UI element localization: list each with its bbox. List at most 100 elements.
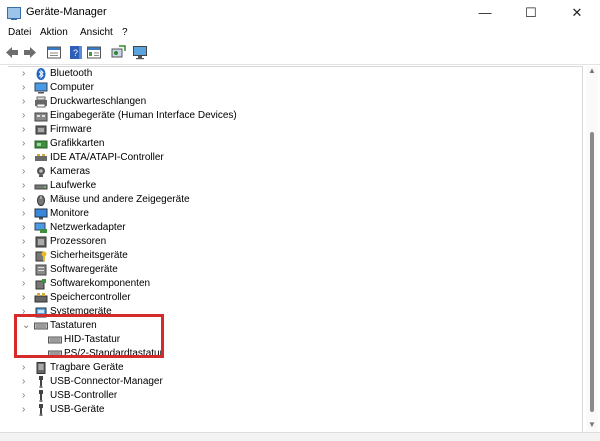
device-manager-icon (7, 7, 21, 20)
toolbar: ? (0, 42, 600, 65)
scan-hardware-icon[interactable] (110, 45, 126, 60)
chevron-right-icon[interactable]: › (22, 361, 32, 375)
tree-item-softwarekomponenten[interactable]: › Softwarekomponenten (8, 277, 568, 291)
portable-device-icon (36, 362, 46, 374)
maximize-button[interactable]: ☐ (508, 0, 554, 26)
tree-item-speichercontroller[interactable]: › Speichercontroller (8, 291, 568, 305)
chevron-right-icon[interactable]: › (22, 151, 32, 165)
tree-item-bluetooth[interactable]: › Bluetooth (8, 67, 568, 81)
tree-item-tragbare-geraete[interactable]: › Tragbare Geräte (8, 361, 568, 375)
close-button[interactable]: ✕ (554, 0, 600, 26)
tree-item-softwaregeraete[interactable]: › Softwaregeräte (8, 263, 568, 277)
chevron-right-icon[interactable]: › (22, 249, 32, 263)
tree-item-label: Eingabegeräte (Human Interface Devices) (50, 110, 237, 121)
usb-icon (39, 404, 43, 416)
help-icon[interactable]: ? (68, 45, 84, 60)
chevron-right-icon[interactable]: › (22, 403, 32, 417)
chevron-right-icon[interactable]: › (22, 123, 32, 137)
chevron-right-icon[interactable]: › (22, 221, 32, 235)
forward-arrow-icon[interactable] (22, 45, 38, 60)
details-icon[interactable] (86, 45, 102, 60)
tree-item-computer[interactable]: › Computer (8, 81, 568, 95)
tree-item-laufwerke[interactable]: › Laufwerke (8, 179, 568, 193)
tree-item-label: Mäuse und andere Zeigegeräte (50, 194, 190, 205)
software-component-icon (35, 279, 46, 290)
tree-item-label: Tragbare Geräte (50, 362, 124, 373)
device-tree: › Bluetooth › Computer › Druckwarteschla… (8, 66, 583, 434)
chevron-right-icon[interactable]: › (22, 179, 32, 193)
tree-item-label: Monitore (50, 208, 89, 219)
ide-controller-icon (35, 154, 47, 161)
chevron-right-icon[interactable]: › (22, 109, 32, 123)
monitor-icon (34, 208, 48, 220)
tree-item-kameras[interactable]: › Kameras (8, 165, 568, 179)
scroll-up-arrow-icon[interactable]: ▲ (588, 66, 596, 75)
hid-icon (34, 112, 48, 122)
tree-item-usb-controller[interactable]: › USB-Controller (8, 389, 568, 403)
chevron-right-icon[interactable]: › (22, 95, 32, 109)
tree-item-druckwarteschlangen[interactable]: › Druckwarteschlangen (8, 95, 568, 109)
window-title: Geräte-Manager (26, 6, 107, 18)
tree-item-label: Computer (50, 82, 94, 93)
chevron-right-icon[interactable]: › (22, 165, 32, 179)
tree-item-label: USB-Geräte (50, 404, 105, 415)
tree-item-label: IDE ATA/ATAPI-Controller (50, 152, 164, 163)
tree-item-label: Laufwerke (50, 180, 97, 191)
printer-icon (35, 96, 47, 108)
tree-item-grafikkarten[interactable]: › Grafikkarten (8, 137, 568, 151)
computer-icon (34, 82, 48, 94)
scrollbar-thumb[interactable] (590, 132, 594, 412)
monitor-icon[interactable] (132, 45, 148, 60)
tree-item-usb-connector-manager[interactable]: › USB-Connector-Manager (8, 375, 568, 389)
firmware-icon (35, 125, 47, 135)
menu-ansicht[interactable]: Ansicht (80, 27, 113, 38)
highlight-frame (14, 314, 164, 358)
chevron-right-icon[interactable]: › (22, 67, 32, 81)
tree-item-label: Bluetooth (50, 68, 93, 79)
camera-icon (37, 167, 45, 177)
title-bar: Geräte-Manager — ☐ ✕ (0, 0, 600, 26)
properties-icon[interactable] (46, 45, 62, 60)
software-device-icon (35, 264, 47, 276)
security-device-icon (35, 251, 47, 262)
tree-item-label: Firmware (50, 124, 92, 135)
scroll-down-arrow-icon[interactable]: ▼ (588, 420, 596, 429)
tree-item-label: Softwaregeräte (50, 264, 118, 275)
back-arrow-icon[interactable] (4, 45, 20, 60)
menu-datei[interactable]: Datei (8, 27, 31, 38)
menu-help[interactable]: ? (122, 27, 128, 38)
chevron-right-icon[interactable]: › (22, 235, 32, 249)
tree-item-sicherheitsgeraete[interactable]: › Sicherheitsgeräte (8, 249, 568, 263)
tree-item-monitore[interactable]: › Monitore (8, 207, 568, 221)
tree-item-ide-controller[interactable]: › IDE ATA/ATAPI-Controller (8, 151, 568, 165)
chevron-right-icon[interactable]: › (22, 263, 32, 277)
tree-item-label: Netzwerkadapter (50, 222, 126, 233)
chevron-right-icon[interactable]: › (22, 375, 32, 389)
chevron-right-icon[interactable]: › (22, 389, 32, 403)
minimize-button[interactable]: — (462, 0, 508, 26)
tree-item-label: Sicherheitsgeräte (50, 250, 128, 261)
svg-text:?: ? (73, 48, 78, 58)
chevron-right-icon[interactable]: › (22, 193, 32, 207)
bluetooth-icon (36, 68, 46, 80)
processor-icon (35, 236, 47, 248)
chevron-right-icon[interactable]: › (22, 277, 32, 291)
usb-icon (39, 376, 43, 388)
mouse-icon (37, 195, 45, 206)
tree-item-label: Kameras (50, 166, 91, 177)
tree-item-netzwerkadapter[interactable]: › Netzwerkadapter (8, 221, 568, 235)
tree-item-eingabegeraete[interactable]: › Eingabegeräte (Human Interface Devices… (8, 109, 568, 123)
tree-item-prozessoren[interactable]: › Prozessoren (8, 235, 568, 249)
chevron-right-icon[interactable]: › (22, 207, 32, 221)
tree-item-firmware[interactable]: › Firmware (8, 123, 568, 137)
usb-icon (39, 390, 43, 402)
display-adapter-icon (34, 140, 48, 149)
tree-item-usb-geraete[interactable]: › USB-Geräte (8, 403, 568, 417)
chevron-right-icon[interactable]: › (22, 291, 32, 305)
menu-aktion[interactable]: Aktion (40, 27, 68, 38)
chevron-right-icon[interactable]: › (22, 81, 32, 95)
tree-item-maeuse[interactable]: › Mäuse und andere Zeigegeräte (8, 193, 568, 207)
tree-item-label: Softwarekomponenten (50, 278, 151, 289)
chevron-right-icon[interactable]: › (22, 137, 32, 151)
storage-controller-icon (34, 293, 48, 303)
